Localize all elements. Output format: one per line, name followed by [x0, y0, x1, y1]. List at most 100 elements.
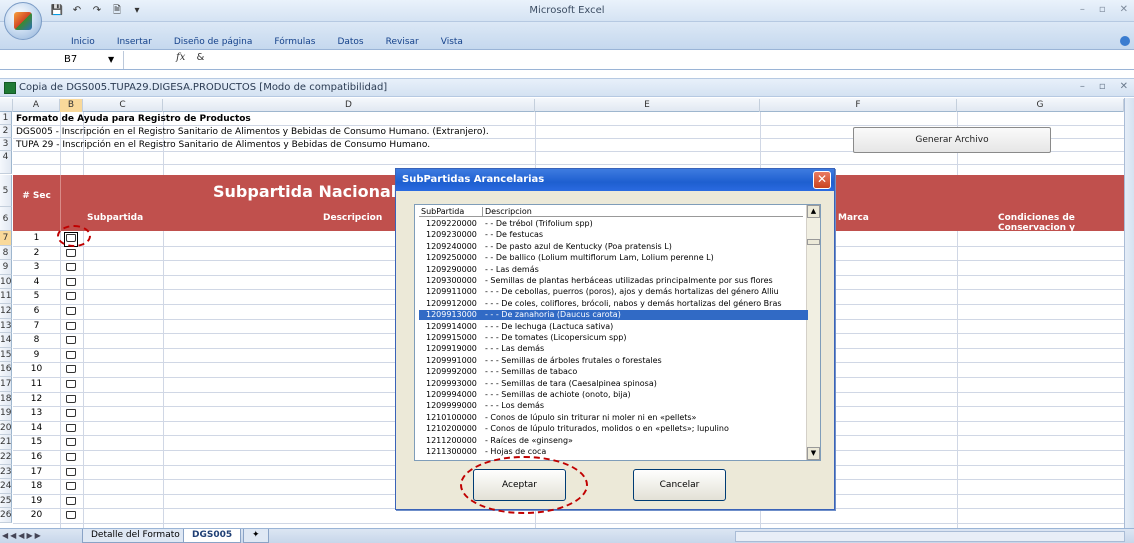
new-sheet-icon[interactable]: ✦ — [243, 529, 269, 543]
sheet-tab-dgs005[interactable]: DGS005 — [183, 529, 242, 543]
list-item[interactable]: 1209911000 - - - De cebollas, puerros (po… — [419, 287, 808, 297]
list-item[interactable]: 1209994000 - - - Semillas de achiote (ono… — [419, 390, 808, 400]
lookup-book-icon[interactable] — [66, 409, 76, 420]
row-header[interactable]: 24 — [0, 479, 12, 494]
lookup-book-icon[interactable] — [66, 467, 76, 479]
sec-number[interactable]: 11 — [13, 379, 60, 389]
row-header[interactable]: 22 — [0, 450, 12, 465]
row-header[interactable]: 19 — [0, 406, 12, 421]
column-header-g[interactable]: G — [957, 99, 1124, 112]
sec-number[interactable]: 1 — [13, 233, 60, 243]
tab-diseno-pagina[interactable]: Diseño de página — [163, 37, 264, 47]
sec-number[interactable]: 18 — [13, 481, 60, 491]
lookup-book-icon[interactable] — [66, 350, 76, 362]
lookup-book-icon[interactable] — [66, 496, 76, 508]
scroll-up-icon[interactable]: ▲ — [807, 205, 820, 218]
sec-number[interactable]: 20 — [13, 510, 60, 520]
sec-number[interactable]: 15 — [13, 437, 60, 447]
list-item[interactable]: 1211300000- Hojas de coca — [419, 447, 808, 457]
row-header[interactable]: 18 — [0, 391, 12, 407]
tab-datos[interactable]: Datos — [326, 37, 374, 47]
sec-number[interactable]: 12 — [13, 394, 60, 404]
row-header[interactable]: 6 — [0, 207, 12, 231]
sec-number[interactable]: 19 — [13, 496, 60, 506]
list-item[interactable]: 1209919000 - - - Las demás — [419, 344, 808, 354]
sec-number[interactable]: 7 — [13, 321, 60, 331]
minimize-icon[interactable]: – — [1080, 81, 1085, 92]
lookup-book-icon[interactable] — [66, 263, 76, 274]
list-item[interactable]: 1211200000 - Raíces de «ginseng» — [419, 436, 808, 446]
sec-number[interactable]: 3 — [13, 262, 60, 272]
lookup-book-icon[interactable] — [66, 482, 76, 493]
subpartidas-listbox[interactable]: SubPartida Descripcion ▲ ▼ 1209220000 - -… — [414, 204, 821, 461]
row-header[interactable]: 13 — [0, 318, 12, 334]
cell-a2[interactable]: DGS005 - Inscripción en el Registro Sani… — [16, 127, 489, 137]
row-header[interactable]: 3 — [0, 138, 12, 151]
lookup-book-icon[interactable] — [66, 277, 76, 289]
row-header[interactable]: 23 — [0, 464, 12, 480]
row-header[interactable]: 26 — [0, 508, 12, 523]
lookup-book-icon[interactable] — [66, 438, 76, 449]
list-item[interactable]: 1209230000 - - De festucas — [419, 230, 808, 240]
list-item[interactable]: 1209300000 - Semillas de plantas herbácea… — [419, 276, 808, 286]
list-item[interactable]: 1209913000 - - - De zanahoria (Daucus car… — [419, 310, 808, 321]
row-header[interactable]: 16 — [0, 362, 12, 377]
list-item[interactable]: 1210200000 - Conos de lúpulo triturados, … — [419, 424, 808, 434]
sec-number[interactable]: 13 — [13, 408, 60, 418]
list-item[interactable]: 1209915000 - - - De tomates (Licopersicum… — [419, 333, 808, 343]
lookup-book-icon[interactable] — [66, 292, 76, 303]
sheet-tab-detalle[interactable]: Detalle del Formato — [82, 529, 189, 543]
list-item[interactable]: 1209991000 - - - Semillas de árboles frut… — [419, 356, 808, 366]
sec-number[interactable]: 8 — [13, 335, 60, 345]
chevron-down-icon[interactable]: ▼ — [108, 51, 114, 68]
lookup-book-icon[interactable] — [66, 423, 76, 435]
lookup-book-icon[interactable] — [66, 307, 76, 318]
vertical-scrollbar[interactable] — [1124, 98, 1134, 528]
restore-icon[interactable]: ▫ — [1099, 81, 1106, 92]
tab-formulas[interactable]: Fórmulas — [263, 37, 326, 47]
lookup-book-icon[interactable] — [66, 365, 76, 376]
close-icon[interactable]: ✕ — [1120, 4, 1128, 15]
dialog-close-button[interactable]: ✕ — [813, 171, 831, 189]
column-header-f[interactable]: F — [760, 99, 957, 112]
lookup-book-icon[interactable] — [66, 511, 76, 522]
row-header[interactable]: 2 — [0, 125, 12, 138]
list-item[interactable]: 1209290000 - - Las demás — [419, 265, 808, 275]
minimize-icon[interactable]: – — [1080, 4, 1085, 15]
cell-a3[interactable]: TUPA 29 - Inscripción en el Registro San… — [16, 140, 430, 150]
office-button[interactable] — [4, 2, 42, 40]
sec-number[interactable]: 4 — [13, 277, 60, 287]
row-header[interactable]: 5 — [0, 175, 12, 207]
horizontal-scrollbar[interactable] — [735, 531, 1125, 542]
row-header[interactable]: 8 — [0, 245, 12, 261]
sec-number[interactable]: 17 — [13, 467, 60, 477]
sec-number[interactable]: 16 — [13, 452, 60, 462]
column-header-a[interactable]: A — [13, 99, 60, 112]
close-icon[interactable]: ✕ — [1120, 81, 1128, 92]
tab-vista[interactable]: Vista — [430, 37, 474, 47]
scroll-thumb[interactable] — [807, 239, 820, 245]
list-item[interactable]: 1209220000 - - De trébol (Trifolium spp) — [419, 219, 808, 229]
row-header[interactable]: 20 — [0, 420, 12, 436]
insert-function-icon[interactable]: fx — [176, 52, 185, 63]
list-item[interactable]: 1209999000 - - - Los demás — [419, 401, 808, 411]
tab-inicio[interactable]: Inicio — [60, 37, 106, 47]
row-header[interactable]: 10 — [0, 274, 12, 290]
column-header-b[interactable]: B — [60, 99, 83, 112]
sec-number[interactable]: 9 — [13, 350, 60, 360]
row-header[interactable]: 12 — [0, 304, 12, 319]
sec-number[interactable]: 10 — [13, 364, 60, 374]
list-item[interactable]: 1209250000 - - De ballico (Lolium multifl… — [419, 253, 808, 263]
lookup-book-icon[interactable] — [66, 394, 76, 406]
list-scrollbar[interactable]: ▲ ▼ — [806, 205, 820, 460]
list-item[interactable]: 1209993000 - - - Semillas de tara (Caesal… — [419, 379, 808, 389]
list-item[interactable]: 1209912000 - - - De coles, coliflores, br… — [419, 299, 808, 309]
formula-input[interactable]: & — [197, 52, 205, 63]
list-item[interactable]: 1209914000 - - - De lechuga (Lactuca sati… — [419, 322, 808, 332]
row-header[interactable]: 11 — [0, 289, 12, 304]
generate-file-button[interactable]: Generar Archivo — [853, 127, 1051, 153]
sheet-nav-arrows[interactable]: ◀◀◀▶▶ — [2, 531, 43, 540]
row-header[interactable]: 9 — [0, 260, 12, 275]
lookup-book-icon[interactable] — [66, 336, 76, 347]
cancel-button[interactable]: Cancelar — [633, 469, 726, 501]
